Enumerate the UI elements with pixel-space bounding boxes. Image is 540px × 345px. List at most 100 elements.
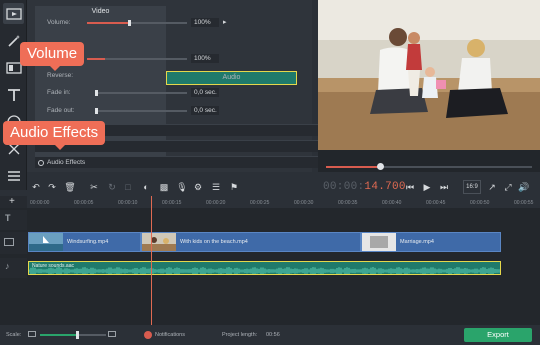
volume-slider[interactable]	[87, 20, 187, 26]
microphone-icon[interactable]: 🎙	[175, 180, 189, 194]
seekbar-handle[interactable]	[376, 163, 384, 170]
movie-editor-window: Video Audio Volume: 100% ▸ 100% Reverse:…	[0, 0, 540, 345]
audio-effects-callout: Audio Effects	[3, 121, 106, 150]
video-clip[interactable]: Windsurfing.mp4	[28, 232, 141, 252]
timecode-current: 14.700	[364, 181, 406, 193]
status-bar: Scale: Notifications Project length: 00:…	[0, 325, 540, 345]
video-track-icon	[4, 238, 14, 246]
timeline-ruler[interactable]: 00:00:00 00:00:05 00:00:10 00:00:15 00:00:20…	[27, 196, 540, 208]
ruler-tick-label: 00:00:40	[382, 200, 402, 206]
fade-out-slider[interactable]	[95, 108, 187, 114]
fade-in-value[interactable]: 0,0 sec.	[191, 88, 219, 97]
scale-slider-handle[interactable]	[76, 331, 79, 339]
speed-value[interactable]: 100%	[191, 54, 219, 63]
video-track-header	[0, 232, 27, 254]
volume-slider-fill	[87, 22, 129, 24]
volume-label: Volume:	[47, 19, 71, 26]
preview-area	[318, 0, 540, 172]
beach-family-image	[318, 0, 540, 150]
project-length-value: 00:56	[266, 332, 280, 338]
clip-thumbnail	[29, 233, 63, 251]
cut-icon[interactable]: ✂	[87, 180, 101, 194]
next-clip-icon[interactable]: ⏭	[437, 180, 451, 194]
add-track-icon[interactable]: +	[9, 196, 15, 207]
fade-in-handle[interactable]	[95, 90, 98, 96]
fade-out-handle[interactable]	[95, 108, 98, 114]
callout-pointer	[55, 145, 65, 150]
captions-icon[interactable]: ▩	[157, 180, 171, 194]
playback-seekbar[interactable]	[326, 166, 532, 168]
volume-callout: Volume	[20, 42, 85, 71]
add-track-header: +	[0, 196, 27, 208]
video-clip[interactable]: With kids on the beach.mp4	[141, 232, 361, 252]
rotate-icon[interactable]: ↻	[105, 180, 119, 194]
timeline-playhead[interactable]	[151, 196, 152, 325]
zoom-out-icon[interactable]	[28, 331, 36, 337]
fade-in-label: Fade in:	[47, 89, 71, 96]
scale-slider-fill	[40, 334, 78, 336]
fullscreen-icon[interactable]: ⤢	[501, 180, 515, 194]
aspect-ratio-button[interactable]: 16:9	[463, 180, 481, 194]
audio-clip[interactable]: Nature sounds.aac	[28, 261, 501, 275]
video-clip[interactable]: Marriage.mp4	[361, 232, 501, 252]
audio-waveform	[29, 267, 500, 274]
previous-clip-icon[interactable]: ⏮	[403, 180, 417, 194]
ruler-tick-label: 00:00:00	[30, 200, 50, 206]
audio-effects-section[interactable]: Audio Effects »	[35, 156, 330, 168]
timeline: + 00:00:00 00:00:05 00:00:10 00:00:15 00:00:…	[0, 196, 540, 325]
marker-flag-icon[interactable]: ⚑	[227, 180, 241, 194]
playback-progress	[326, 166, 380, 168]
detach-preview-icon[interactable]: ↗	[485, 180, 499, 194]
volume-icon[interactable]: 🔊	[517, 180, 531, 194]
crop-icon[interactable]: □	[121, 180, 135, 194]
media-import-icon[interactable]	[3, 3, 24, 24]
audio-effects-label: Audio Effects	[47, 159, 86, 166]
clip-thumbnail	[362, 233, 396, 251]
ruler-tick-label: 00:00:35	[338, 200, 358, 206]
title-track-icon: T	[5, 213, 11, 223]
export-button[interactable]: Export	[464, 328, 532, 342]
fade-out-label: Fade out:	[47, 107, 75, 114]
timecode: 00:00:14.700	[323, 181, 406, 193]
trash-icon[interactable]: 🗑	[63, 180, 77, 194]
more-tools-icon[interactable]	[3, 165, 24, 186]
notifications-button[interactable]: Notifications	[155, 332, 185, 338]
zoom-in-icon[interactable]	[108, 331, 116, 337]
color-adjust-icon[interactable]: ◐	[139, 180, 153, 194]
volume-callout-text: Volume	[27, 45, 78, 62]
speaker-icon[interactable]: ▸	[223, 18, 232, 27]
music-note-icon: ♪	[5, 261, 10, 271]
ruler-tick-label: 00:00:10	[118, 200, 138, 206]
video-preview[interactable]	[318, 0, 540, 150]
clip-name: With kids on the beach.mp4	[180, 239, 248, 245]
settings-gear-icon[interactable]: ⚙	[191, 180, 205, 194]
redo-icon[interactable]: ↷	[45, 180, 59, 194]
timecode-prefix: 00:00:	[323, 181, 365, 193]
ruler-tick-label: 00:00:55	[514, 200, 534, 206]
radio-icon	[38, 160, 44, 166]
left-toolbar	[0, 0, 27, 190]
volume-value[interactable]: 100%	[191, 18, 219, 27]
undo-icon[interactable]: ↶	[29, 180, 43, 194]
tab-audio[interactable]: Audio	[166, 71, 297, 85]
callout-pointer	[50, 66, 60, 71]
fade-out-value[interactable]: 0,0 sec.	[191, 106, 219, 115]
ruler-tick-label: 00:00:45	[426, 200, 446, 206]
fade-in-slider[interactable]	[95, 90, 187, 96]
audio-effects-callout-text: Audio Effects	[10, 124, 99, 141]
clip-properties-panel: Video Audio Volume: 100% ▸ 100% Reverse:…	[27, 0, 336, 172]
volume-slider-handle[interactable]	[128, 20, 131, 26]
scale-label: Scale:	[6, 332, 22, 338]
scale-slider[interactable]	[40, 331, 106, 339]
speed-slider[interactable]	[87, 58, 187, 60]
ruler-tick-label: 00:00:20	[206, 200, 226, 206]
ruler-tick-label: 00:00:50	[470, 200, 490, 206]
titles-icon[interactable]	[3, 84, 24, 105]
play-icon[interactable]: ▶	[420, 180, 434, 194]
panel-tabs: Video Audio	[35, 6, 297, 156]
clip-thumbnail	[142, 233, 176, 251]
notifications-icon[interactable]	[144, 331, 152, 339]
title-track-header: T	[0, 210, 27, 230]
equalizer-icon[interactable]: ☰	[209, 180, 223, 194]
clip-name: Marriage.mp4	[400, 239, 434, 245]
